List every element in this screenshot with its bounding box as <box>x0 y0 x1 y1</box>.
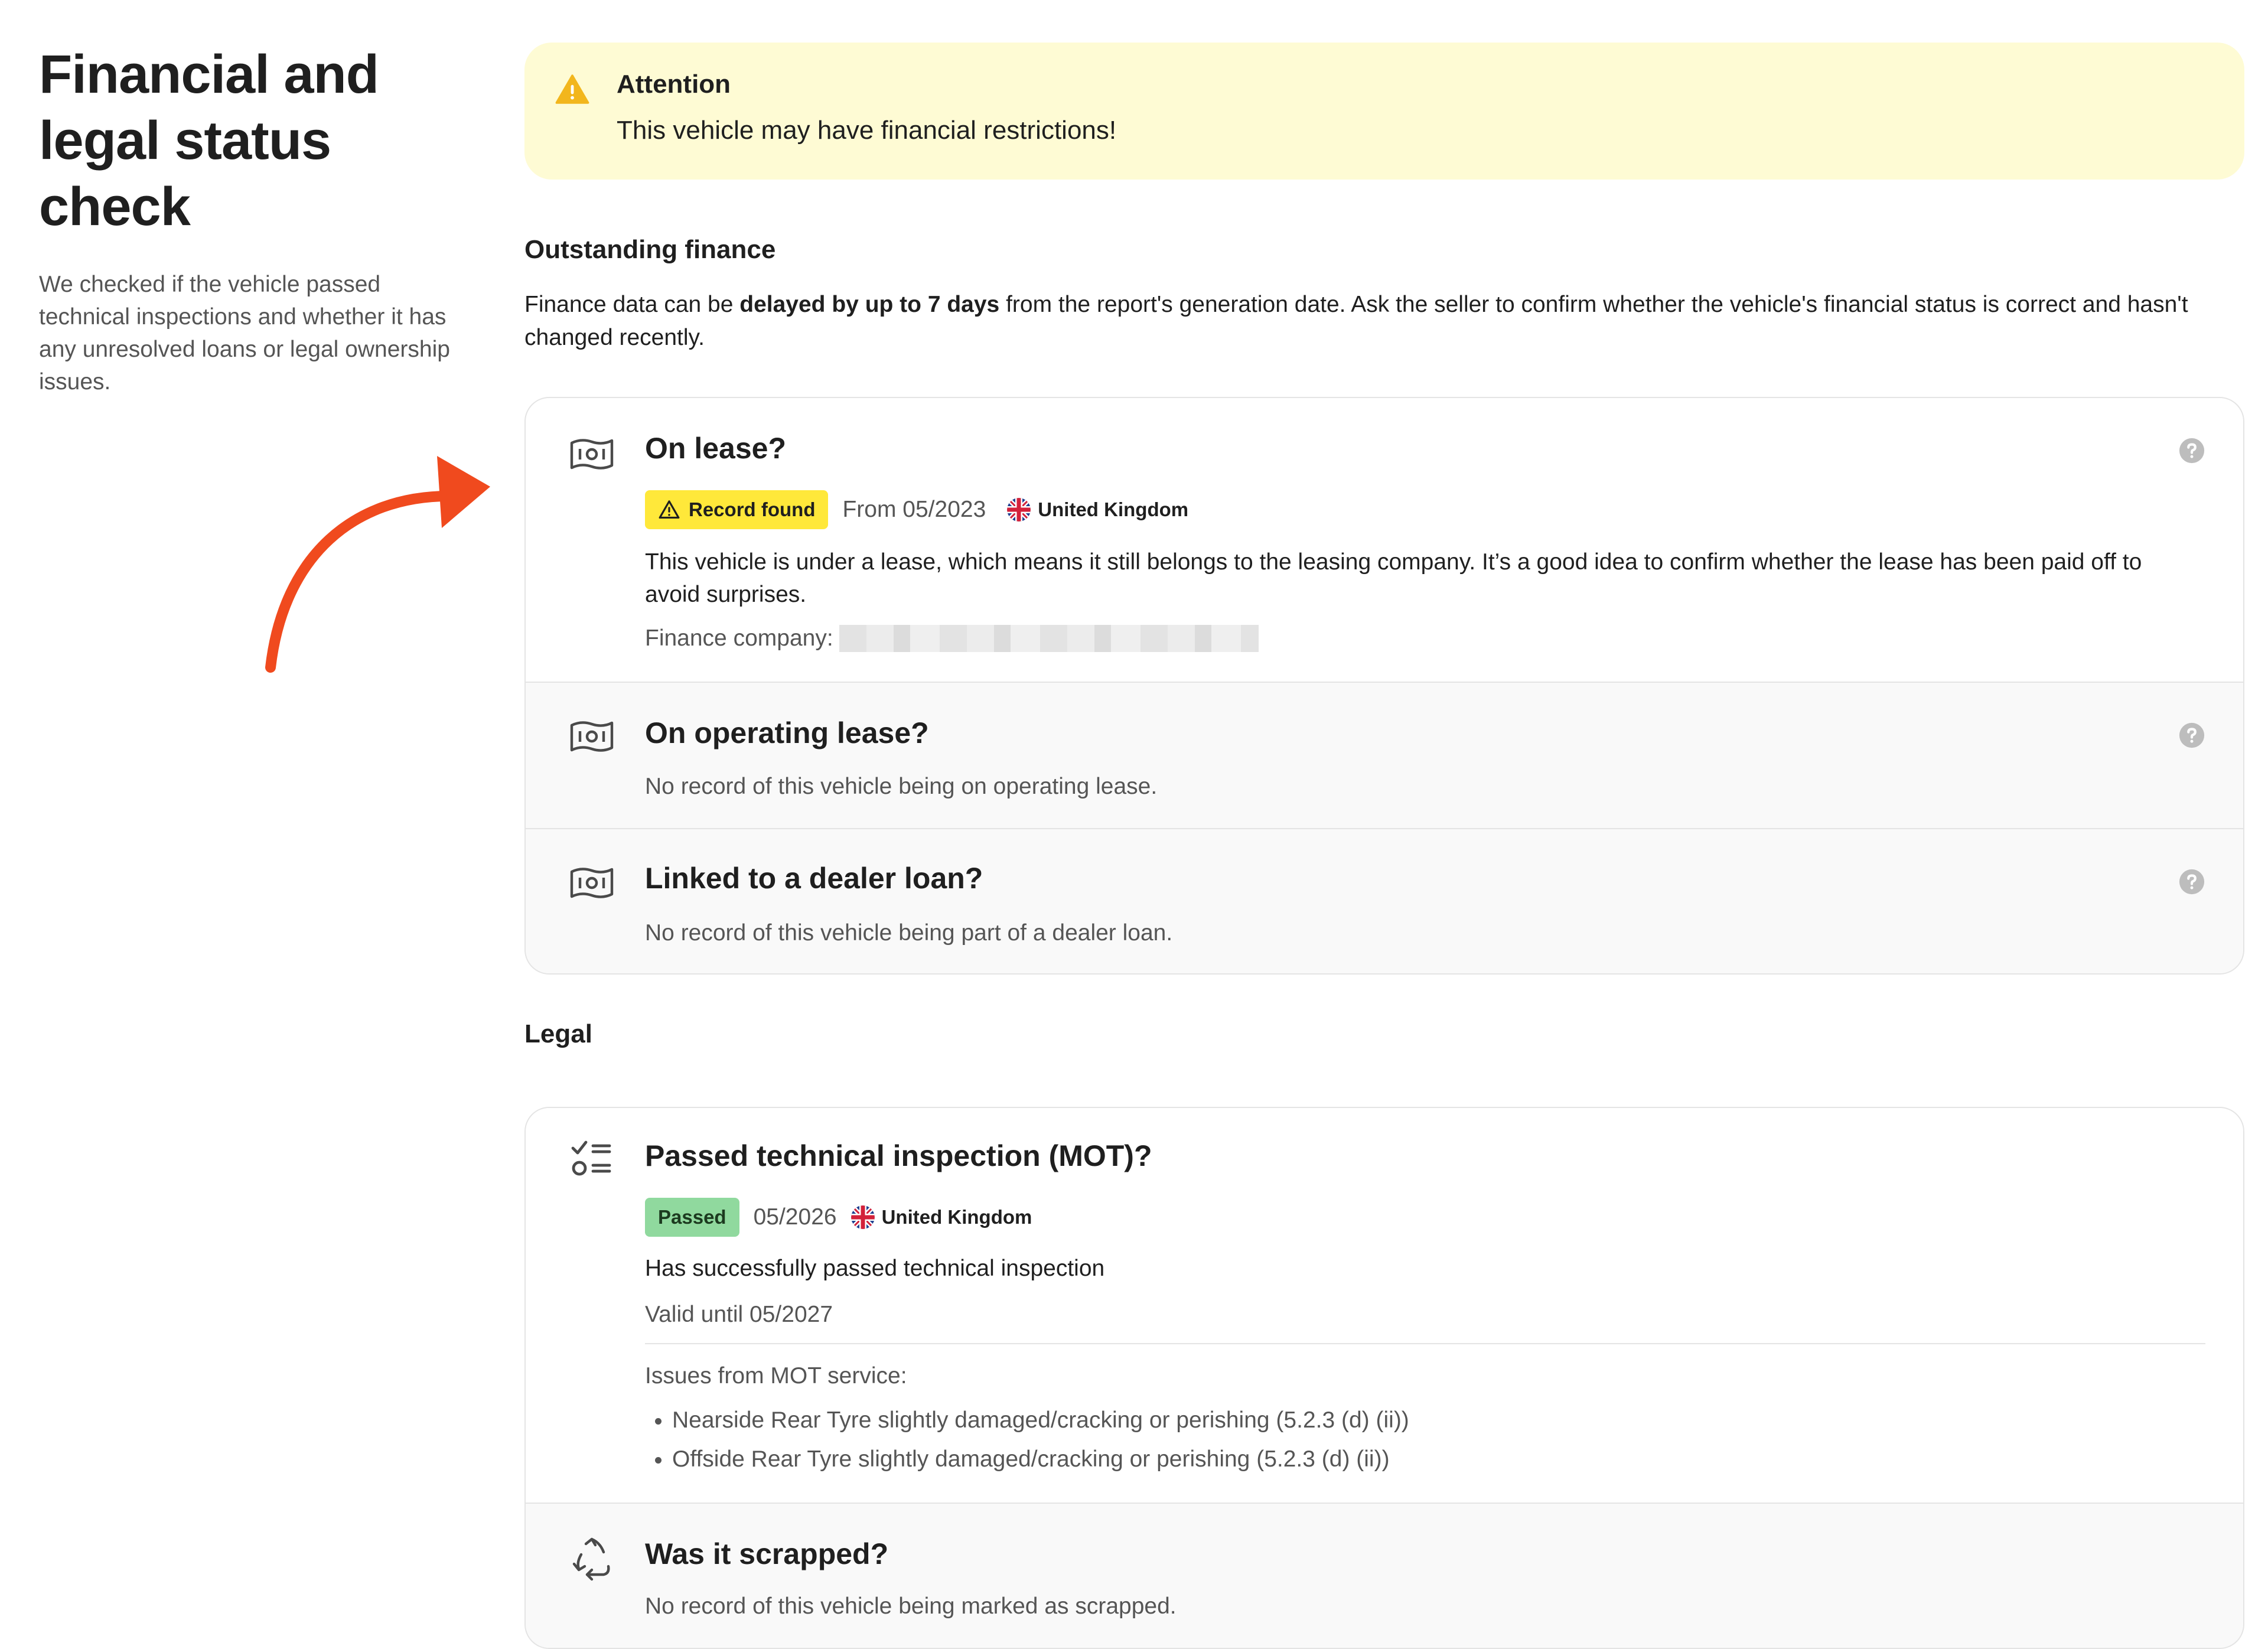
country-label: United Kingdom <box>881 1206 1032 1228</box>
help-icon[interactable] <box>2178 437 2205 464</box>
legal-item-mot: Passed technical inspection (MOT)? Passe… <box>526 1108 2243 1503</box>
passed-badge: Passed <box>645 1198 739 1237</box>
finance-company-label: Finance company: <box>645 625 833 651</box>
banknote-icon <box>570 439 614 470</box>
finance-note-emphasis: delayed by up to 7 days <box>739 292 1000 317</box>
legal-card: Passed technical inspection (MOT)? Passe… <box>524 1107 2244 1649</box>
issues-label: Issues from MOT service: <box>645 1363 907 1389</box>
finance-note-text: Finance data can be <box>524 292 740 317</box>
badge-label: Record found <box>689 498 816 520</box>
uk-flag-icon <box>1007 498 1031 522</box>
item-title: Linked to a dealer loan? <box>645 862 983 895</box>
recycle-icon <box>572 1537 610 1581</box>
status-row: Record found From 05/2023 United Kingdom <box>645 490 1188 529</box>
item-description: This vehicle is under a lease, which mea… <box>645 549 2142 607</box>
arrow-icon <box>265 456 490 673</box>
item-description: No record of this vehicle being marked a… <box>645 1593 1177 1619</box>
legal-item-scrapped: Was it scrapped? No record of this vehic… <box>526 1503 2243 1648</box>
item-description: No record of this vehicle being on opera… <box>645 774 1158 799</box>
right-column: Attention This vehicle may have financia… <box>524 43 2244 1649</box>
help-icon[interactable] <box>2178 722 2205 749</box>
status-row: Passed 05/2026 United Kingdom <box>645 1198 1032 1237</box>
attention-alert: Attention This vehicle may have financia… <box>524 43 2244 180</box>
left-column: Financial and legal status check We chec… <box>39 41 452 398</box>
record-found-badge: Record found <box>645 490 829 529</box>
issues-list: Nearside Rear Tyre slightly damaged/crac… <box>645 1401 1409 1479</box>
badge-label: Passed <box>658 1206 726 1228</box>
page-title: Financial and legal status check <box>39 44 379 237</box>
finance-company: Finance company: <box>645 625 1259 652</box>
page: Financial and legal status check We chec… <box>0 0 2268 1649</box>
item-description: Has successfully passed technical inspec… <box>645 1256 1105 1281</box>
warning-icon <box>659 500 680 519</box>
help-icon[interactable] <box>2178 868 2205 895</box>
page-description: We checked if the vehicle passed technic… <box>39 272 450 395</box>
valid-until: Valid until 05/2027 <box>645 1302 833 1327</box>
banknote-icon <box>570 868 614 898</box>
finance-item-operating-lease: On operating lease? No record of this ve… <box>526 682 2243 828</box>
finance-card: On lease? Record found From 05/2023 Unit… <box>524 397 2244 975</box>
banknote-icon <box>570 721 614 752</box>
uk-flag-icon <box>850 1205 875 1229</box>
finance-item-dealer-loan: Linked to a dealer loan? No record of th… <box>526 828 2243 973</box>
item-title: On operating lease? <box>645 716 929 749</box>
country-label: United Kingdom <box>1038 498 1189 520</box>
item-title: Passed technical inspection (MOT)? <box>645 1139 1152 1172</box>
list-item: Nearside Rear Tyre slightly damaged/crac… <box>672 1401 1409 1440</box>
status-date: From 05/2023 <box>842 497 986 522</box>
alert-title: Attention <box>617 70 731 99</box>
item-title: Was it scrapped? <box>645 1537 889 1570</box>
finance-note: Finance data can be delayed by up to 7 d… <box>524 288 2244 354</box>
redacted-value <box>839 625 1259 652</box>
item-description: No record of this vehicle being part of … <box>645 920 1173 946</box>
status-date: 05/2026 <box>753 1204 837 1230</box>
checklist-icon <box>571 1140 611 1176</box>
legal-heading: Legal <box>524 1019 592 1048</box>
alert-text: This vehicle may have financial restrict… <box>617 116 1117 145</box>
finance-item-on-lease: On lease? Record found From 05/2023 Unit… <box>526 398 2243 682</box>
finance-heading: Outstanding finance <box>524 235 776 264</box>
item-title: On lease? <box>645 432 786 465</box>
warning-icon <box>555 74 589 104</box>
list-item: Offside Rear Tyre slightly damaged/crack… <box>672 1440 1409 1479</box>
divider <box>645 1343 2205 1344</box>
